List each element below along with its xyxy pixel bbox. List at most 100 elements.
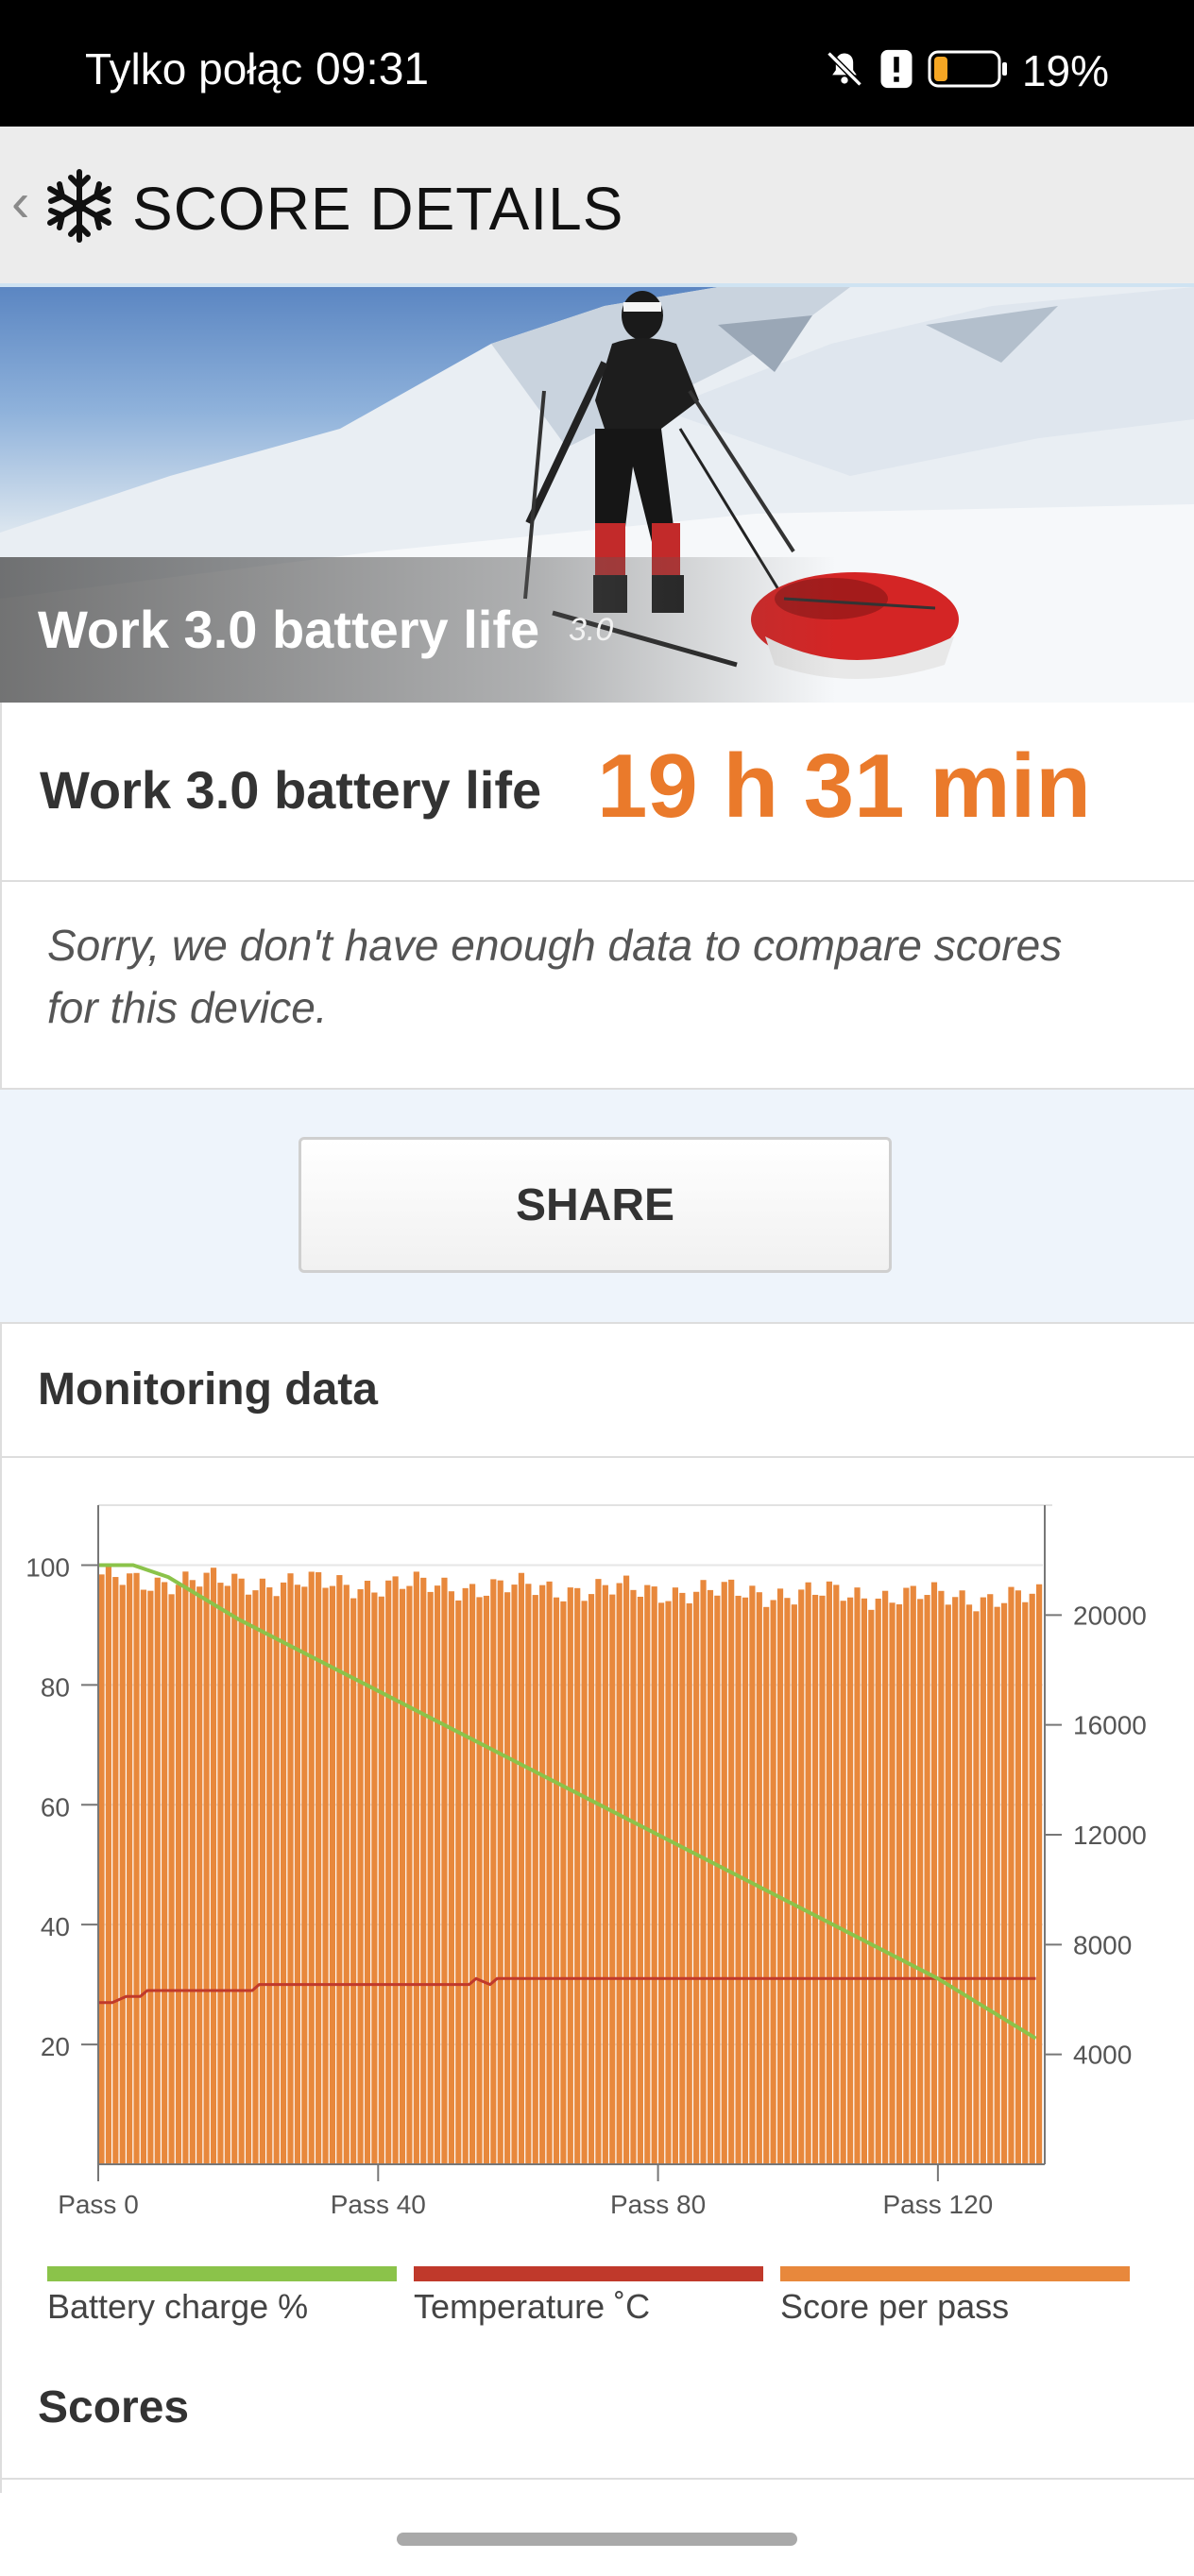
legend-temperature-swatch	[414, 2266, 763, 2281]
score-bar	[770, 1600, 776, 2164]
hero-version: 3.0	[569, 612, 614, 648]
score-bar	[511, 1585, 518, 2164]
score-bar	[973, 1611, 980, 2164]
score-bar	[490, 1579, 497, 2164]
score-bar	[483, 1595, 490, 2164]
score-bar	[776, 1588, 784, 2164]
score-bar	[917, 1599, 924, 2164]
app-bar: ‹ SCORE DETAILS	[0, 127, 1194, 287]
score-value: 19 h 31 min	[597, 736, 1091, 837]
score-bar	[994, 1606, 1000, 2164]
score-bar	[434, 1585, 441, 2164]
legend-battery: Battery charge %	[47, 2266, 397, 2327]
score-bar	[819, 1595, 826, 2164]
score-bar	[657, 1602, 665, 2164]
score-bar	[763, 1606, 770, 2164]
score-bar	[896, 1604, 903, 2164]
score-bar	[693, 1591, 700, 2164]
score-bar	[196, 1586, 203, 2164]
home-gesture-handle[interactable]	[397, 2533, 797, 2546]
score-bar	[861, 1598, 868, 2164]
score-bar	[952, 1597, 959, 2164]
left-axis-tick-label: 40	[41, 1912, 70, 1941]
legend-score-label: Score per pass	[780, 2287, 1010, 2326]
score-bar	[322, 1587, 329, 2164]
score-bar	[238, 1578, 245, 2164]
chart-legend: Battery charge % Temperature ˚C Score pe…	[47, 2266, 1152, 2332]
battery-icon	[928, 48, 1009, 94]
score-bar	[889, 1602, 896, 2164]
score-bar	[609, 1594, 616, 2164]
score-bar	[707, 1589, 714, 2164]
score-bar	[462, 1587, 469, 2164]
monitoring-card: Monitoring data 20 40 60 80 100 4000 8000 12000…	[0, 1322, 1194, 2495]
share-button[interactable]: SHARE	[298, 1137, 892, 1273]
score-bar	[930, 1582, 938, 2164]
score-bar	[735, 1595, 742, 2164]
battery-percent: 19%	[1021, 46, 1109, 95]
score-bar	[840, 1601, 846, 2164]
left-axis-tick-label: 80	[41, 1672, 70, 1702]
score-bar	[910, 1585, 916, 2164]
score-bar	[1015, 1590, 1021, 2164]
chevron-left-icon[interactable]: ‹	[11, 176, 29, 230]
score-bar	[497, 1580, 503, 2164]
score-bar	[399, 1588, 406, 2164]
score-bar	[980, 1597, 986, 2164]
score-bar	[1022, 1602, 1029, 2164]
score-bar	[301, 1586, 308, 2164]
score-bar	[1029, 1593, 1035, 2164]
compare-note: Sorry, we don't have enough data to comp…	[47, 921, 1063, 1032]
score-bar	[504, 1592, 511, 2164]
score-bar	[350, 1598, 357, 2164]
score-bar	[846, 1597, 854, 2164]
legend-temperature: Temperature ˚C	[414, 2266, 763, 2327]
left-axis-tick-label: 20	[41, 2032, 70, 2061]
score-bar	[938, 1590, 945, 2164]
score-bar	[1000, 1602, 1008, 2164]
score-bar	[357, 1589, 364, 2164]
score-bar	[1035, 1584, 1043, 2164]
score-bar	[266, 1587, 273, 2164]
carrier-label: Tylko połąc	[85, 44, 303, 93]
score-bar	[868, 1609, 875, 2164]
score-bar	[875, 1598, 881, 2164]
right-axis-tick-label: 16000	[1073, 1711, 1147, 1740]
snowflake-icon	[40, 166, 119, 250]
left-axis-tick-label: 100	[26, 1552, 70, 1582]
score-bar	[595, 1579, 602, 2164]
legend-score-swatch	[780, 2266, 1130, 2281]
score-bar	[280, 1582, 287, 2164]
x-axis-tick-label: Pass 80	[610, 2190, 706, 2219]
score-bar	[882, 1590, 889, 2164]
score-bar	[420, 1577, 427, 2164]
score-bar	[427, 1591, 434, 2164]
score-bar	[630, 1589, 637, 2164]
score-bar	[469, 1584, 476, 2164]
compare-note-card: Sorry, we don't have enough data to comp…	[0, 882, 1194, 1090]
score-bar	[378, 1596, 384, 2164]
score-bar	[854, 1587, 861, 2164]
score-bar	[259, 1578, 265, 2164]
x-axis-tick-label: Pass 120	[883, 2190, 994, 2219]
score-bar	[791, 1604, 797, 2164]
score-bar	[147, 1590, 154, 2164]
score-bar	[154, 1577, 161, 2164]
score-bar	[224, 1585, 230, 2164]
monitoring-chart: 20 40 60 80 100 4000 8000 12000 16000 20000 Pass 0…	[26, 1504, 1147, 2219]
score-row: Work 3.0 battery life 19 h 31 min	[0, 703, 1194, 882]
score-bar	[217, 1583, 224, 2164]
score-bar	[553, 1597, 560, 2164]
score-bar	[168, 1594, 175, 2164]
score-bar	[189, 1580, 196, 2164]
score-bar	[525, 1584, 532, 2164]
score-bar	[903, 1587, 910, 2164]
score-bar	[945, 1604, 951, 2164]
legend-battery-label: Battery charge %	[47, 2287, 309, 2326]
score-bar	[644, 1585, 651, 2164]
score-bar	[455, 1600, 462, 2164]
score-bar	[329, 1585, 336, 2164]
score-bar	[476, 1597, 483, 2164]
score-bar	[98, 1574, 105, 2164]
score-bar	[672, 1587, 679, 2164]
